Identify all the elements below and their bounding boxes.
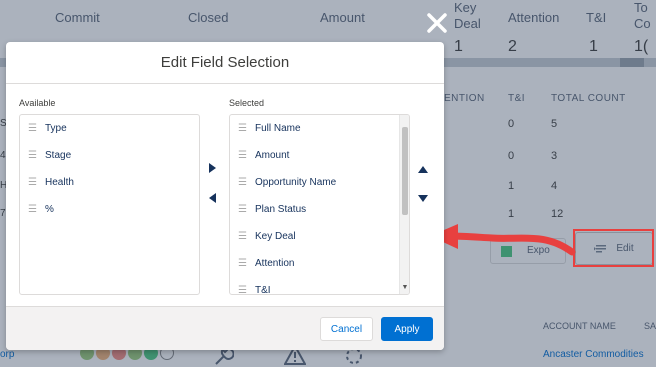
cancel-button[interactable]: Cancel <box>320 317 373 341</box>
list-item[interactable]: ☰ Full Name <box>230 115 409 142</box>
modal-header: Edit Field Selection <box>6 42 444 84</box>
list-item-label: Attention <box>255 258 295 269</box>
arrow-down-icon[interactable] <box>418 195 428 202</box>
list-item[interactable]: ☰ Health <box>20 169 199 196</box>
drag-handle-icon: ☰ <box>28 176 37 188</box>
drag-handle-icon: ☰ <box>28 203 37 215</box>
modal-title: Edit Field Selection <box>160 54 290 71</box>
list-item-label: % <box>45 204 54 215</box>
drag-handle-icon: ☰ <box>238 230 247 242</box>
scroll-down-icon[interactable]: ▼ <box>401 284 409 292</box>
drag-handle-icon: ☰ <box>238 176 247 188</box>
list-item-label: Key Deal <box>255 231 296 242</box>
selected-listbox[interactable]: ☰ Full Name ☰ Amount ☰ Opportunity Name ☰ Pl… <box>229 114 410 295</box>
listbox-scrollbar[interactable]: ▼ <box>399 115 409 294</box>
drag-handle-icon: ☰ <box>238 284 247 295</box>
drag-handle-icon: ☰ <box>238 149 247 161</box>
list-item-label: Amount <box>255 150 290 161</box>
drag-handle-icon: ☰ <box>238 122 247 134</box>
drag-handle-icon: ☰ <box>238 257 247 269</box>
close-icon[interactable] <box>425 11 449 35</box>
arrow-up-icon[interactable] <box>418 166 428 173</box>
drag-handle-icon: ☰ <box>238 203 247 215</box>
list-item[interactable]: ☰% <box>20 196 199 223</box>
list-item[interactable]: ☰ T&I <box>230 277 409 295</box>
annotation-highlight-box <box>573 229 654 267</box>
list-item[interactable]: ☰ Plan Status <box>230 196 409 223</box>
list-item[interactable]: ☰ Key Deal <box>230 223 409 250</box>
drag-handle-icon: ☰ <box>28 149 37 161</box>
list-item[interactable]: ☰ Stage <box>20 142 199 169</box>
list-item[interactable]: ☰ Opportunity Name <box>230 169 409 196</box>
scrollbar-thumb[interactable] <box>402 127 408 215</box>
list-item-label: T&I <box>255 285 271 295</box>
selected-label: Selected <box>229 98 265 108</box>
modal-footer: Cancel Apply <box>6 306 444 350</box>
list-item-label: Full Name <box>255 123 301 134</box>
modal-body: Available Selected ☰ Type ☰ Stage ☰ Health … <box>6 84 444 306</box>
list-item-label: Plan Status <box>255 204 307 215</box>
edit-field-selection-modal: Edit Field Selection Available Selected … <box>6 42 444 350</box>
list-item-label: Type <box>45 123 67 134</box>
list-item[interactable]: ☰ Type <box>20 115 199 142</box>
list-item-label: Opportunity Name <box>255 177 337 188</box>
available-label: Available <box>19 98 56 108</box>
arrow-right-icon[interactable] <box>209 163 216 173</box>
drag-handle-icon: ☰ <box>28 122 37 134</box>
list-item-label: Health <box>45 177 74 188</box>
list-item[interactable]: ☰ Attention <box>230 250 409 277</box>
list-item[interactable]: ☰ Amount <box>230 142 409 169</box>
list-item-label: Stage <box>45 150 72 161</box>
apply-button[interactable]: Apply <box>381 317 433 341</box>
available-listbox[interactable]: ☰ Type ☰ Stage ☰ Health ☰% <box>19 114 200 295</box>
arrow-left-icon[interactable] <box>209 193 216 203</box>
